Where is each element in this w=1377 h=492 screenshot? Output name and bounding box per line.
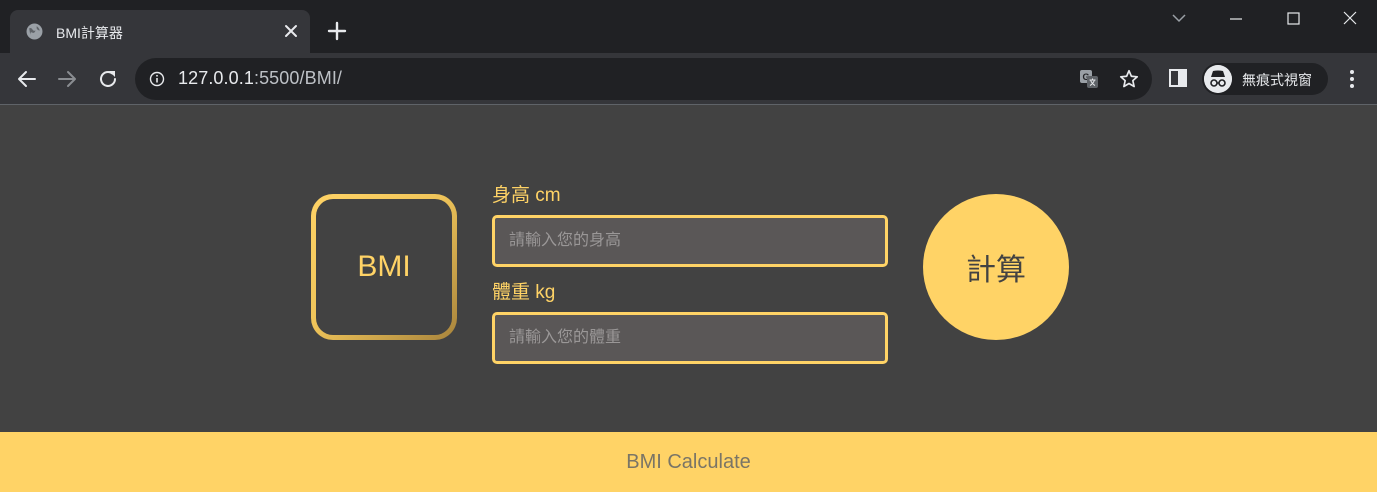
url-path: :5500/BMI/ [253, 68, 343, 88]
incognito-label: 無痕式視窗 [1242, 72, 1312, 88]
minimize-icon[interactable] [1218, 6, 1254, 32]
footer-text: BMI Calculate [626, 450, 751, 473]
back-icon[interactable] [15, 67, 39, 91]
height-input[interactable] [492, 215, 888, 267]
url-host: 127.0.0.1 [178, 68, 254, 88]
weight-input[interactable] [492, 312, 888, 364]
incognito-profile-button[interactable]: 無痕式視窗 [1202, 63, 1328, 95]
url-text[interactable]: 127.0.0.1:5500/BMI/ [178, 68, 342, 89]
close-window-icon[interactable] [1332, 6, 1368, 32]
tab-search-icon[interactable] [1161, 6, 1197, 32]
translate-icon[interactable]: G [1079, 69, 1099, 89]
side-panel-icon[interactable] [1168, 68, 1188, 88]
tab-title: BMI計算器 [56, 25, 123, 41]
site-info-icon[interactable] [149, 71, 165, 87]
bookmark-star-icon[interactable] [1118, 68, 1140, 90]
page-content: BMI 身高 cm 體重 kg 計算 BMI Calculate [0, 106, 1377, 492]
browser-toolbar: 127.0.0.1:5500/BMI/ G 無痕式視窗 [0, 53, 1377, 105]
bmi-result-text: BMI [357, 250, 411, 283]
close-tab-icon[interactable] [282, 22, 300, 40]
bmi-result-inner: BMI [316, 199, 452, 335]
browser-titlebar: BMI計算器 [0, 0, 1377, 53]
incognito-icon [1204, 65, 1232, 93]
browser-tab[interactable]: BMI計算器 [10, 10, 310, 53]
new-tab-icon[interactable] [326, 20, 348, 42]
address-bar[interactable]: 127.0.0.1:5500/BMI/ G [135, 58, 1152, 100]
forward-icon[interactable] [55, 67, 79, 91]
bmi-result-box: BMI [311, 194, 457, 340]
more-menu-icon[interactable] [1342, 67, 1362, 91]
weight-label: 體重 kg [492, 282, 556, 303]
globe-icon [26, 23, 43, 40]
height-label: 身高 cm [492, 185, 561, 206]
maximize-icon[interactable] [1275, 6, 1311, 32]
calculate-button[interactable]: 計算 [923, 194, 1069, 340]
footer: BMI Calculate [0, 432, 1377, 492]
reload-icon[interactable] [96, 67, 120, 91]
